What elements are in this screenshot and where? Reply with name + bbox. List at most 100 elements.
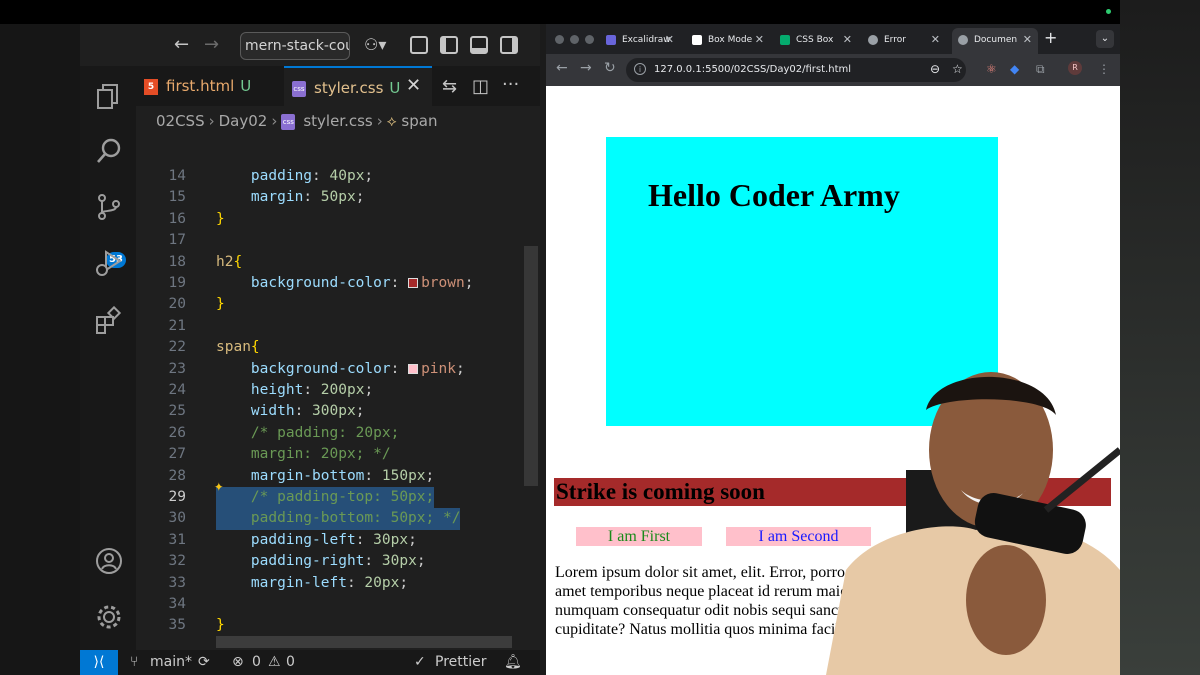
window-minimize-dot[interactable] [570, 35, 579, 44]
breadcrumb-item[interactable]: styler.css [303, 112, 372, 130]
bookmark-star-icon[interactable]: ☆ [952, 62, 963, 76]
browser-tab-excalidraw[interactable]: Excalidraw ✕ [602, 28, 680, 54]
browser-tab-document[interactable]: Documen ✕ [952, 28, 1038, 54]
browser-tab-box-model[interactable]: Box Mode ✕ [688, 28, 770, 54]
excalidraw-favicon-icon [606, 34, 616, 45]
close-tab-icon[interactable]: ✕ [665, 28, 674, 52]
profile-avatar[interactable]: R [1068, 61, 1082, 75]
extensions-puzzle-icon[interactable]: ⧉ [1036, 62, 1045, 77]
code-line: 18 h2{ [136, 252, 540, 273]
close-tab-icon[interactable]: ✕ [843, 28, 852, 52]
horizontal-scrollbar[interactable] [216, 636, 512, 648]
errors-icon: ⊗ [232, 654, 244, 670]
reload-icon[interactable]: ↻ [604, 60, 616, 76]
compare-changes-icon[interactable]: ⇆ [442, 76, 457, 98]
line-number: 29 [168, 489, 186, 505]
line-number: 30 [168, 510, 186, 527]
code-line: 17 [136, 230, 540, 251]
remote-indicator-icon[interactable]: ⟩⟨ [80, 650, 118, 675]
site-info-icon[interactable]: i [634, 63, 646, 75]
extensions-icon[interactable] [94, 306, 124, 336]
sync-icon[interactable]: ⟳ [198, 650, 210, 675]
vertical-scrollbar[interactable] [524, 246, 538, 486]
code-line: 28 margin-bottom: 150px; [136, 466, 540, 487]
html-file-icon: 5 [144, 78, 158, 95]
tab-search-chevron-icon[interactable]: ⌄ [1096, 30, 1114, 48]
code-text: h2{ [216, 253, 243, 270]
window-close-dot[interactable] [555, 35, 564, 44]
untracked-badge: U [240, 77, 252, 95]
code-text: background-color: pink; [250, 360, 465, 377]
back-arrow-icon[interactable]: ← [174, 34, 189, 56]
browser-tab-css-box[interactable]: CSS Box ✕ [776, 28, 858, 54]
address-bar[interactable]: i 127.0.0.1:5500/02CSS/Day02/first.html [626, 58, 966, 82]
close-tab-icon[interactable]: ✕ [755, 28, 764, 52]
extension-red-icon[interactable]: ⚛ [986, 62, 997, 76]
code-text: padding-bottom: 50px; */ [216, 508, 461, 530]
code-text: margin-bottom: 150px; [250, 467, 435, 484]
code-text: } [216, 296, 225, 313]
code-text: /* padding-top: 50px; [216, 487, 435, 509]
breadcrumb-item[interactable]: Day02 [219, 112, 268, 130]
command-center-search[interactable]: mern-stack-cou [240, 32, 350, 60]
forward-arrow-icon[interactable]: → [204, 34, 219, 56]
browser-tab-error[interactable]: Error ✕ [864, 28, 946, 54]
back-arrow-icon[interactable]: ← [556, 60, 568, 76]
globe-favicon-icon [868, 34, 878, 45]
code-line: 23 background-color: pink; [136, 359, 540, 380]
browser-tab-title: Excalidraw [622, 35, 671, 45]
code-line: 14 padding: 40px; [136, 166, 540, 187]
copilot-sparkle-icon[interactable]: ✦ [214, 476, 224, 495]
extension-blue-icon[interactable]: ◆ [1010, 62, 1019, 76]
warning-count[interactable]: 0 [286, 650, 295, 675]
code-text: background-color: brown; [250, 275, 474, 291]
close-tab-icon[interactable]: ✕ [1023, 28, 1032, 52]
code-text: padding: 40px; [250, 168, 374, 184]
toggle-panel-icon[interactable] [470, 36, 488, 54]
code-text: margin: 50px; [250, 189, 365, 206]
camera-indicator-dot [1106, 9, 1111, 14]
run-debug-icon[interactable] [94, 248, 124, 278]
toggle-primary-sidebar-icon[interactable] [440, 36, 458, 54]
source-control-icon[interactable] [94, 192, 124, 222]
notifications-bell-icon[interactable]: 🔔︎ [504, 650, 522, 675]
zoom-icon[interactable]: ⊖ [930, 62, 940, 76]
notion-favicon-icon [692, 34, 702, 45]
code-line: 25 width: 300px; [136, 401, 540, 422]
close-tab-icon[interactable]: ✕ [931, 28, 940, 52]
breadcrumb-item[interactable]: 02CSS [156, 112, 205, 130]
explorer-icon[interactable] [94, 82, 124, 112]
more-actions-icon[interactable]: ··· [502, 74, 519, 96]
breadcrumb-item[interactable]: span [401, 112, 437, 130]
formatter-status[interactable]: Prettier [435, 650, 487, 675]
branch-icon: ⑂ [130, 654, 139, 670]
code-line: 34 [136, 594, 540, 615]
check-icon: ✓ [414, 654, 426, 670]
copilot-icon[interactable]: ⚇▾ [364, 34, 386, 56]
window-maximize-dot[interactable] [585, 35, 594, 44]
code-line: 20} [136, 294, 540, 315]
forward-arrow-icon[interactable]: → [580, 60, 592, 76]
line-number: 23 [168, 360, 186, 377]
line-number: 21 [168, 317, 186, 334]
code-text: /* padding: 20px; [216, 424, 400, 441]
close-tab-icon[interactable]: ✕ [406, 66, 421, 106]
toggle-secondary-sidebar-icon[interactable] [500, 36, 518, 54]
account-icon[interactable] [94, 546, 124, 576]
css-file-icon: css [281, 113, 296, 130]
settings-gear-icon[interactable] [94, 602, 124, 632]
tab-first-html[interactable]: 5 first.html U [136, 66, 284, 106]
browser-menu-icon[interactable]: ⋮ [1098, 62, 1110, 76]
branch-name[interactable]: main* [150, 650, 192, 675]
split-editor-icon[interactable]: ◫ [472, 76, 489, 98]
search-icon[interactable] [94, 136, 124, 166]
css-file-icon: css [292, 80, 306, 97]
page-heading-h1: Hello Coder Army [648, 177, 900, 213]
code-editor[interactable]: 14 padding: 40px; 15 margin: 50px; 16} 17 18… [136, 136, 540, 650]
line-number: 14 [168, 168, 186, 184]
url-text: 127.0.0.1:5500/02CSS/Day02/first.html [654, 64, 852, 75]
layout-customize-icon[interactable] [410, 36, 428, 54]
breadcrumb: 02CSS › Day02 › css styler.css › ⟡ span [136, 106, 540, 136]
new-tab-plus-icon[interactable]: + [1044, 28, 1057, 47]
error-count[interactable]: 0 [252, 650, 261, 675]
